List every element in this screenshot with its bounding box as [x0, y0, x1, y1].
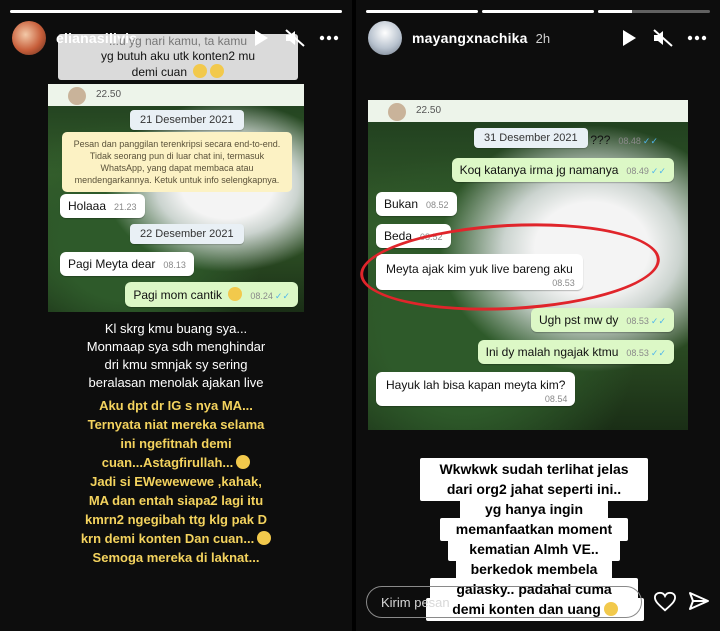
pray-emoji-icon [210, 64, 225, 78]
date-chip: 21 Desember 2021 [130, 110, 244, 130]
sweat-emoji-icon [257, 531, 272, 545]
smile-emoji-icon [228, 287, 243, 301]
story-progress [10, 10, 342, 13]
pray-emoji-icon [193, 64, 208, 78]
caption-line: Kl skrg kmu buang sya... [104, 321, 248, 336]
avatar[interactable] [368, 21, 402, 55]
reply-input[interactable]: Kirim pesan [366, 586, 642, 618]
mute-icon[interactable] [652, 27, 674, 49]
caption-line: dri kmu smnjak sy sering [104, 357, 248, 372]
post-time: 2h [535, 30, 551, 46]
chat-screenshot-left: 22.50 21 Desember 2021 Pesan dan panggil… [48, 84, 304, 312]
more-icon[interactable] [686, 27, 708, 49]
chat-message: ??? 08.48 ✓✓ [590, 133, 658, 147]
caption-line: cuan...Astagfirullah... [46, 453, 306, 472]
caption-line: ...u yg nari kamu, ta kamu [108, 34, 248, 48]
caption-line: yg butuh aku utk konten2 mu [100, 49, 256, 63]
caption-line: beralasan menolak ajakan live [88, 375, 264, 390]
chat-message: Pagi mom cantik 08.24 ✓✓ [125, 282, 298, 307]
caption-line: Aku dpt dr IG s nya MA... [99, 398, 253, 413]
story-left: elianasilivis ...u yg nari kamu, ta kamu… [0, 0, 352, 631]
caption-line: ini ngefitnah demi [120, 436, 232, 451]
heart-icon[interactable] [654, 591, 676, 613]
caption-line: kmrn2 ngegibah ttg klg pak D [84, 512, 268, 527]
send-icon[interactable] [688, 591, 710, 613]
chat-message: Ini dy malah ngajak ktmu 08.53 ✓✓ [477, 340, 674, 364]
contact-avatar [68, 87, 86, 105]
caption-line: krn demi konten Dan cuan... [46, 529, 306, 548]
avatar[interactable] [12, 21, 46, 55]
caption-line: demi cuan [64, 64, 292, 80]
caption-white: Kl skrg kmu buang sya... Monmaap sya sdh… [52, 320, 300, 392]
date-chip: 22 Desember 2021 [130, 224, 244, 244]
chat-message: Hayuk lah bisa kapan meyta kim? 08.54 [376, 372, 576, 406]
chat-message: Pagi Meyta dear 08.13 [60, 252, 194, 276]
caption-line: Monmaap sya sdh menghindar [86, 339, 266, 354]
encryption-notice[interactable]: Pesan dan panggilan terenkripsi secara e… [62, 132, 292, 192]
story-right: mayangxnachika 2h 22.50 31 Desember 2021… [356, 0, 720, 631]
caption-line: Ternyata niat mereka selama [87, 417, 265, 432]
chat-message: Ugh pst mw dy 08.53 ✓✓ [531, 308, 674, 332]
caption-yellow: Aku dpt dr IG s nya MA... Ternyata niat … [40, 396, 312, 567]
caption-line: Jadi si EWewewewe ,kahak, [90, 474, 262, 489]
username[interactable]: mayangxnachika [412, 30, 528, 46]
play-icon[interactable] [618, 27, 640, 49]
top-caption: ...u yg nari kamu, ta kamu yg butuh aku … [58, 34, 298, 80]
chat-topbar: 22.50 [368, 100, 688, 122]
chat-message: Holaaa 21.23 [60, 194, 145, 218]
story-footer: Kirim pesan [366, 585, 710, 619]
contact-avatar [388, 103, 406, 121]
chat-message: Bukan 08.52 [376, 192, 457, 216]
caption-line: MA dan entah siapa2 lagi itu [88, 493, 264, 508]
chat-message: Koq katanya irma jg namanya 08.49 ✓✓ [451, 158, 674, 182]
monkey-emoji-icon [236, 455, 251, 469]
story-progress [366, 10, 710, 13]
caption-line: Semoga mereka di laknat... [92, 550, 260, 565]
chat-topbar: 22.50 [48, 84, 304, 106]
more-icon[interactable] [318, 27, 340, 49]
story-header: mayangxnachika 2h [356, 18, 720, 58]
